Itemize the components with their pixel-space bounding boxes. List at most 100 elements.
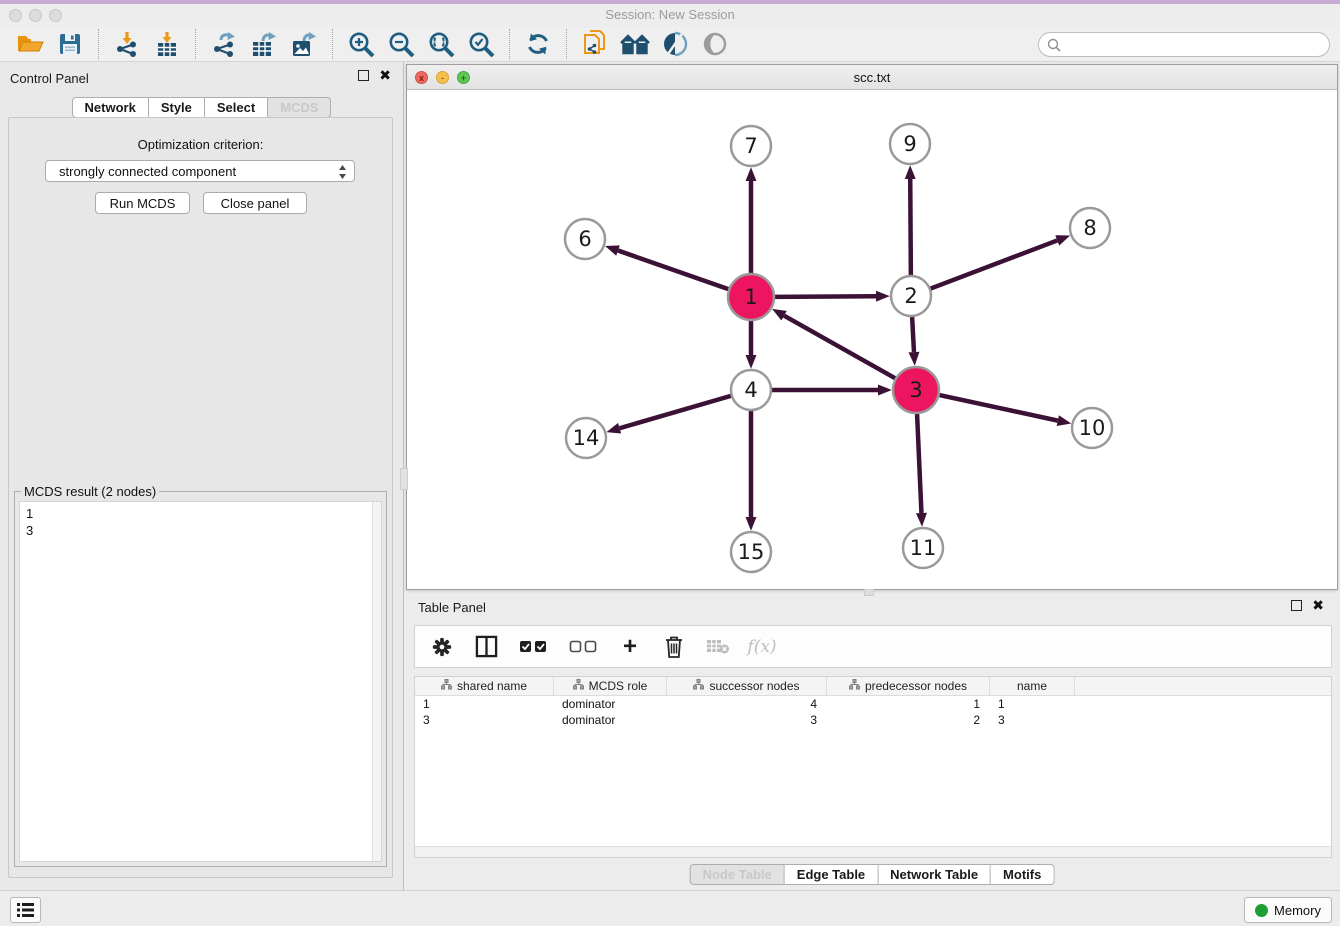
table-panel-title: Table Panel <box>418 600 486 615</box>
toolbar-separator <box>195 29 196 59</box>
svg-text:9: 9 <box>903 132 916 156</box>
edge-3-10[interactable] <box>939 395 1057 421</box>
graph-node-15[interactable]: 15 <box>731 532 771 572</box>
import-table-icon[interactable] <box>150 29 184 59</box>
tab-mcds[interactable]: MCDS <box>268 97 331 118</box>
function-builder-icon[interactable]: f(x) <box>749 632 775 662</box>
table-cell: 4 <box>667 696 827 712</box>
delete-row-icon[interactable] <box>661 632 687 662</box>
show-panels-button[interactable] <box>10 897 41 923</box>
hide-details-icon[interactable] <box>698 29 732 59</box>
open-session-icon[interactable] <box>13 29 47 59</box>
vertical-splitter-handle[interactable] <box>400 468 408 490</box>
mcds-result-list[interactable]: 13 <box>19 501 382 862</box>
network-canvas[interactable]: 1 2 3 4 6 7 8 9 10 11 14 15 <box>407 90 1337 589</box>
column-header-MCDS-role[interactable]: MCDS role <box>554 677 667 695</box>
memory-label: Memory <box>1274 903 1321 918</box>
new-session-from-network-icon[interactable] <box>578 29 612 59</box>
export-image-icon[interactable] <box>287 29 321 59</box>
main-toolbar <box>0 27 1340 62</box>
edge-3-11[interactable] <box>917 414 921 513</box>
tab-network-table[interactable]: Network Table <box>878 864 991 885</box>
zoom-out-icon[interactable] <box>384 29 418 59</box>
zoom-in-icon[interactable] <box>344 29 378 59</box>
zoom-fit-icon[interactable] <box>424 29 458 59</box>
search-input[interactable] <box>1066 37 1329 52</box>
table-row[interactable]: 3dominator323 <box>415 712 1331 728</box>
import-network-icon[interactable] <box>110 29 144 59</box>
refresh-view-icon[interactable] <box>521 29 555 59</box>
memory-button[interactable]: Memory <box>1244 897 1332 923</box>
table-row[interactable]: 1dominator411 <box>415 696 1331 712</box>
column-header-name[interactable]: name <box>990 677 1075 695</box>
edge-2-8[interactable] <box>931 240 1058 288</box>
tab-node-table[interactable]: Node Table <box>690 864 785 885</box>
add-row-icon[interactable]: + <box>617 632 643 662</box>
edge-4-14[interactable] <box>620 396 731 428</box>
svg-text:4: 4 <box>744 378 757 402</box>
show-columns-icon[interactable] <box>473 632 499 662</box>
close-panel-icon[interactable]: ✖ <box>379 70 391 81</box>
home-icon[interactable] <box>618 29 652 59</box>
close-table-panel-icon[interactable]: ✖ <box>1312 600 1324 611</box>
graph-node-14[interactable]: 14 <box>566 418 606 458</box>
tab-network[interactable]: Network <box>72 97 149 118</box>
graph-node-6[interactable]: 6 <box>565 219 605 259</box>
window-titlebar[interactable]: Session: New Session <box>0 4 1340 27</box>
graph-node-9[interactable]: 9 <box>890 124 930 164</box>
result-scrollbar[interactable] <box>372 502 381 861</box>
edge-2-3[interactable] <box>912 317 914 352</box>
graph-node-4[interactable]: 4 <box>731 370 771 410</box>
edge-3-1[interactable] <box>784 316 895 379</box>
export-network-icon[interactable] <box>207 29 241 59</box>
save-session-icon[interactable] <box>53 29 87 59</box>
table-body: 1dominator4113dominator323 <box>415 696 1331 728</box>
tab-motifs[interactable]: Motifs <box>991 864 1054 885</box>
apply-style-icon[interactable] <box>658 29 692 59</box>
graph-node-7[interactable]: 7 <box>731 126 771 166</box>
tab-style[interactable]: Style <box>149 97 205 118</box>
window-title: Session: New Session <box>0 7 1340 22</box>
zoom-selected-icon[interactable] <box>464 29 498 59</box>
select-stepper-icon <box>338 164 347 183</box>
clear-all-checks-icon[interactable] <box>567 632 599 662</box>
column-header-shared-name[interactable]: shared name <box>415 677 554 695</box>
network-window-titlebar[interactable]: x - + scc.txt <box>407 65 1337 90</box>
column-label: name <box>1017 679 1047 693</box>
delete-table-icon[interactable] <box>705 632 731 662</box>
tab-select[interactable]: Select <box>205 97 268 118</box>
select-all-checks-icon[interactable] <box>517 632 549 662</box>
graph-node-2[interactable]: 2 <box>891 276 931 316</box>
edge-1-2[interactable] <box>775 296 876 297</box>
graph-node-3[interactable]: 3 <box>893 367 939 413</box>
graph-node-1[interactable]: 1 <box>728 274 774 320</box>
run-mcds-button[interactable]: Run MCDS <box>95 192 190 214</box>
table-settings-icon[interactable] <box>429 632 455 662</box>
toolbar-separator <box>566 29 567 59</box>
application-window: Session: New Session <box>0 0 1340 926</box>
horizontal-splitter-handle[interactable] <box>864 589 874 596</box>
table-horizontal-scrollbar[interactable] <box>415 846 1331 857</box>
shared-column-icon <box>441 679 452 693</box>
table-panel: Table Panel ✖ + f(x) <box>406 596 1338 888</box>
graph-node-11[interactable]: 11 <box>903 528 943 568</box>
graph-node-8[interactable]: 8 <box>1070 208 1110 248</box>
table-cell: 2 <box>827 712 990 728</box>
node-table[interactable]: shared nameMCDS rolesuccessor nodesprede… <box>414 676 1332 858</box>
edge-1-6[interactable] <box>618 251 728 290</box>
float-panel-icon[interactable] <box>358 70 369 81</box>
control-panel-tabs: NetworkStyleSelectMCDS <box>72 97 332 118</box>
close-panel-button[interactable]: Close panel <box>203 192 307 214</box>
search-field[interactable] <box>1038 32 1330 57</box>
column-header-successor-nodes[interactable]: successor nodes <box>667 677 827 695</box>
export-table-icon[interactable] <box>247 29 281 59</box>
mcds-panel: Optimization criterion: strongly connect… <box>8 117 393 878</box>
column-header-predecessor-nodes[interactable]: predecessor nodes <box>827 677 990 695</box>
optimization-criterion-select[interactable]: strongly connected component <box>45 160 355 182</box>
toolbar-separator <box>98 29 99 59</box>
mcds-result-title: MCDS result (2 nodes) <box>21 484 159 499</box>
edge-2-9[interactable] <box>910 179 911 275</box>
tab-edge-table[interactable]: Edge Table <box>785 864 878 885</box>
float-table-panel-icon[interactable] <box>1291 600 1302 611</box>
graph-node-10[interactable]: 10 <box>1072 408 1112 448</box>
